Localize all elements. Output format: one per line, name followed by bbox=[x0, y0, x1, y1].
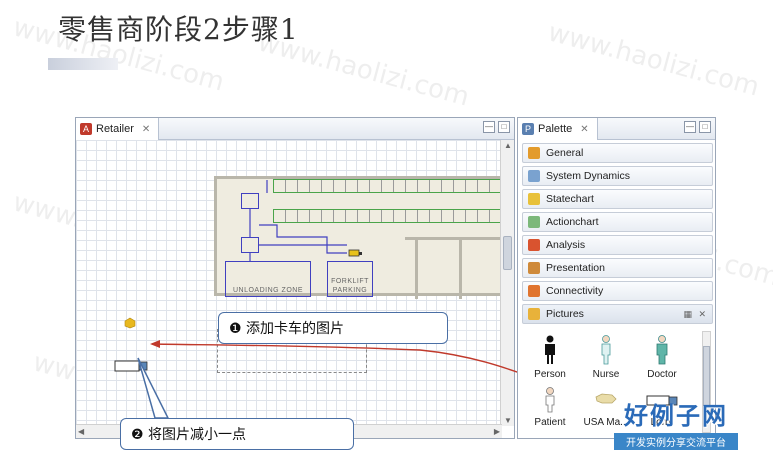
picture-person[interactable]: Person bbox=[524, 335, 576, 380]
maximize-button[interactable]: □ bbox=[498, 121, 510, 133]
warehouse-floor-plan[interactable]: UNLOADING ZONE FORKLIFT PARKING bbox=[214, 176, 502, 299]
palette-item-system-dynamics[interactable]: System Dynamics bbox=[522, 166, 713, 186]
layout-toggle-icon[interactable]: ▦ bbox=[683, 309, 692, 320]
nurse-icon bbox=[601, 335, 611, 365]
tab-palette-label: Palette bbox=[538, 123, 573, 135]
vertical-scroll-thumb[interactable] bbox=[503, 236, 512, 270]
picture-label: Person bbox=[534, 369, 566, 380]
picture-nurse[interactable]: Nurse bbox=[580, 335, 632, 380]
slide-title: 零售商阶段2步骤1 bbox=[58, 13, 299, 46]
palette-item-statechart[interactable]: Statechart bbox=[522, 189, 713, 209]
logo-main-text: 好例子网 bbox=[624, 401, 728, 430]
tab-retailer-label: Retailer bbox=[96, 123, 134, 135]
pictures-icon bbox=[528, 308, 540, 320]
analysis-icon bbox=[528, 239, 540, 251]
palette-item-actionchart[interactable]: Actionchart bbox=[522, 212, 713, 232]
callout-add-truck-text: ❶ 添加卡车的图片 bbox=[229, 321, 345, 337]
palette-item-label: Analysis bbox=[546, 239, 586, 251]
picture-doctor[interactable]: Doctor bbox=[636, 335, 688, 380]
close-icon[interactable]: ✕ bbox=[580, 124, 588, 135]
picture-patient[interactable]: Patient bbox=[524, 387, 576, 428]
logo-sub-text: 开发实例分享交流平台 bbox=[614, 433, 738, 450]
tab-palette[interactable]: P Palette ✕ bbox=[518, 118, 598, 140]
truck-picture[interactable] bbox=[114, 359, 150, 373]
editor-canvas[interactable]: UNLOADING ZONE FORKLIFT PARKING bbox=[76, 140, 502, 426]
statechart-icon bbox=[528, 193, 540, 205]
palette-item-label: General bbox=[546, 147, 584, 159]
site-logo: 好例子网 开发实例分享交流平台 bbox=[614, 396, 738, 450]
palette-item-analysis[interactable]: Analysis bbox=[522, 235, 713, 255]
palette-window-buttons: — □ bbox=[684, 121, 711, 133]
editor-tab-bar: A Retailer ✕ — □ bbox=[76, 118, 514, 140]
palette-item-label: Pictures bbox=[546, 308, 584, 320]
palette-item-connectivity[interactable]: Connectivity bbox=[522, 281, 713, 301]
close-icon[interactable]: ✕ bbox=[142, 124, 150, 135]
person-icon bbox=[545, 335, 555, 364]
scroll-left-icon[interactable]: ◀ bbox=[78, 427, 84, 436]
close-icon[interactable]: ✕ bbox=[698, 309, 706, 320]
palette-item-label: Connectivity bbox=[546, 285, 604, 297]
general-icon bbox=[528, 147, 540, 159]
picture-label: Nurse bbox=[592, 369, 620, 380]
palette-item-pictures[interactable]: Pictures ▦ ✕ bbox=[522, 304, 713, 324]
system-dynamics-icon bbox=[528, 170, 540, 182]
scroll-down-icon[interactable]: ▼ bbox=[504, 416, 512, 425]
title-underline bbox=[48, 58, 118, 70]
forklift-icon[interactable] bbox=[347, 248, 363, 258]
box-icon[interactable] bbox=[124, 317, 136, 329]
picture-label: Doctor bbox=[647, 369, 677, 380]
maximize-button[interactable]: □ bbox=[699, 121, 711, 133]
palette-tab-bar: P Palette ✕ — □ bbox=[518, 118, 715, 140]
callout-add-truck-picture: ❶ 添加卡车的图片 bbox=[218, 312, 448, 344]
watermark: www.haolizi.com bbox=[544, 17, 763, 103]
scroll-up-icon[interactable]: ▲ bbox=[504, 141, 512, 150]
palette-item-label: Actionchart bbox=[546, 216, 599, 228]
minimize-button[interactable]: — bbox=[684, 121, 696, 133]
callout-shrink-text: ❷ 将图片减小一点 bbox=[131, 427, 247, 443]
minimize-button[interactable]: — bbox=[483, 121, 495, 133]
palette-item-label: System Dynamics bbox=[546, 170, 631, 182]
palette-panel: P Palette ✕ — □ General System Dynamics … bbox=[517, 117, 716, 439]
palette-item-presentation[interactable]: Presentation bbox=[522, 258, 713, 278]
forklift-parking-label: FORKLIFT PARKING bbox=[331, 278, 369, 294]
patient-icon bbox=[545, 387, 555, 413]
actionchart-icon bbox=[528, 216, 540, 228]
vertical-scrollbar[interactable]: ▲ ▼ bbox=[500, 140, 514, 426]
tab-retailer[interactable]: A Retailer ✕ bbox=[76, 118, 160, 140]
doctor-icon bbox=[656, 335, 668, 365]
palette-item-general[interactable]: General bbox=[522, 143, 713, 163]
retailer-editor-panel: A Retailer ✕ — □ UNLOADING ZONE FORKLIFT… bbox=[75, 117, 515, 439]
presentation-icon bbox=[528, 262, 540, 274]
palette-item-label: Statechart bbox=[546, 193, 594, 205]
editor-window-buttons: — □ bbox=[483, 121, 510, 133]
agent-icon: A bbox=[80, 123, 92, 135]
callout-shrink-picture: ❷ 将图片减小一点 bbox=[120, 418, 354, 450]
scroll-right-icon[interactable]: ▶ bbox=[494, 427, 500, 436]
palette-icon: P bbox=[522, 123, 534, 135]
connectivity-icon bbox=[528, 285, 540, 297]
picture-label: Patient bbox=[534, 417, 566, 428]
palette-item-label: Presentation bbox=[546, 262, 605, 274]
unloading-zone-label: UNLOADING ZONE bbox=[232, 287, 303, 294]
